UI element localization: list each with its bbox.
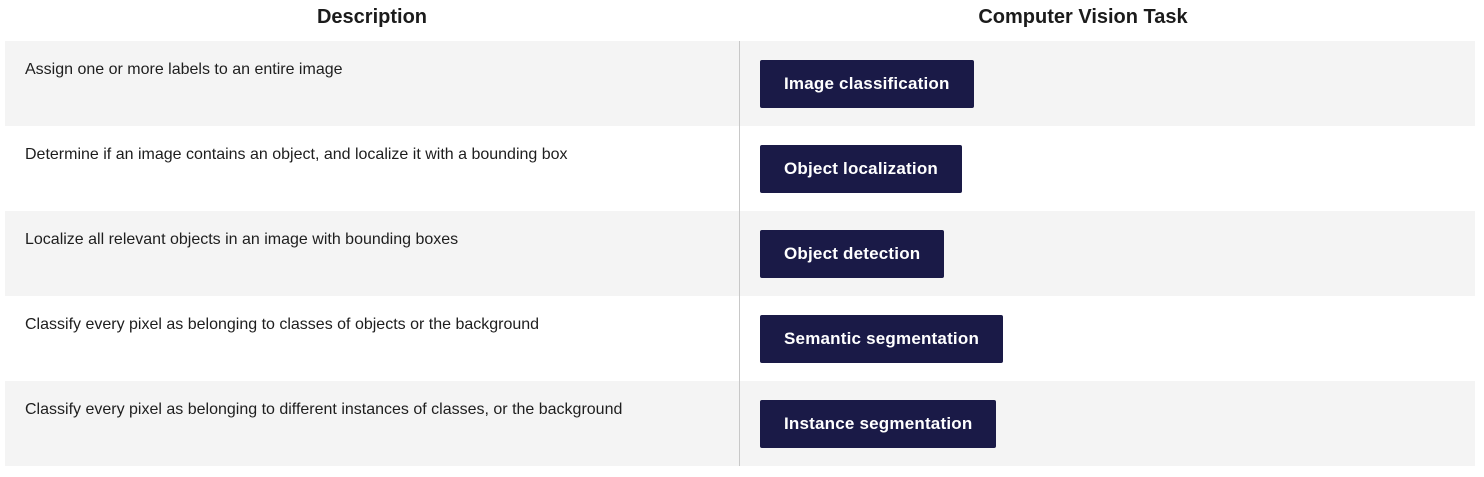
- table-row: Determine if an image contains an object…: [5, 126, 1475, 211]
- row-task-cell: Image classification: [760, 60, 974, 108]
- row-description: Classify every pixel as belonging to dif…: [25, 401, 623, 418]
- column-divider: [739, 41, 740, 466]
- table-row: Classify every pixel as belonging to dif…: [5, 381, 1475, 466]
- row-task-cell: Instance segmentation: [760, 400, 997, 448]
- row-description: Classify every pixel as belonging to cla…: [25, 316, 540, 333]
- table-row: Classify every pixel as belonging to cla…: [5, 296, 1475, 381]
- cv-task-table-page: Description Computer Vision Task Assign …: [0, 0, 1484, 477]
- row-description: Determine if an image contains an object…: [25, 146, 568, 163]
- object-localization-button[interactable]: Object localization: [760, 145, 962, 193]
- row-task-cell: Object localization: [760, 145, 962, 193]
- image-classification-button[interactable]: Image classification: [760, 60, 974, 108]
- row-task-cell: Semantic segmentation: [760, 315, 1004, 363]
- instance-segmentation-button[interactable]: Instance segmentation: [760, 400, 997, 448]
- cv-task-table: Assign one or more labels to an entire i…: [5, 41, 1475, 466]
- task-column-header: Computer Vision Task: [978, 6, 1188, 28]
- semantic-segmentation-button[interactable]: Semantic segmentation: [760, 315, 1004, 363]
- row-task-cell: Object detection: [760, 230, 945, 278]
- row-description: Assign one or more labels to an entire i…: [25, 61, 343, 78]
- row-description: Localize all relevant objects in an imag…: [25, 231, 459, 248]
- object-detection-button[interactable]: Object detection: [760, 230, 945, 278]
- table-header: Description Computer Vision Task: [5, 0, 1475, 40]
- table-row: Localize all relevant objects in an imag…: [5, 211, 1475, 296]
- description-column-header: Description: [316, 6, 428, 28]
- table-row: Assign one or more labels to an entire i…: [5, 41, 1475, 126]
